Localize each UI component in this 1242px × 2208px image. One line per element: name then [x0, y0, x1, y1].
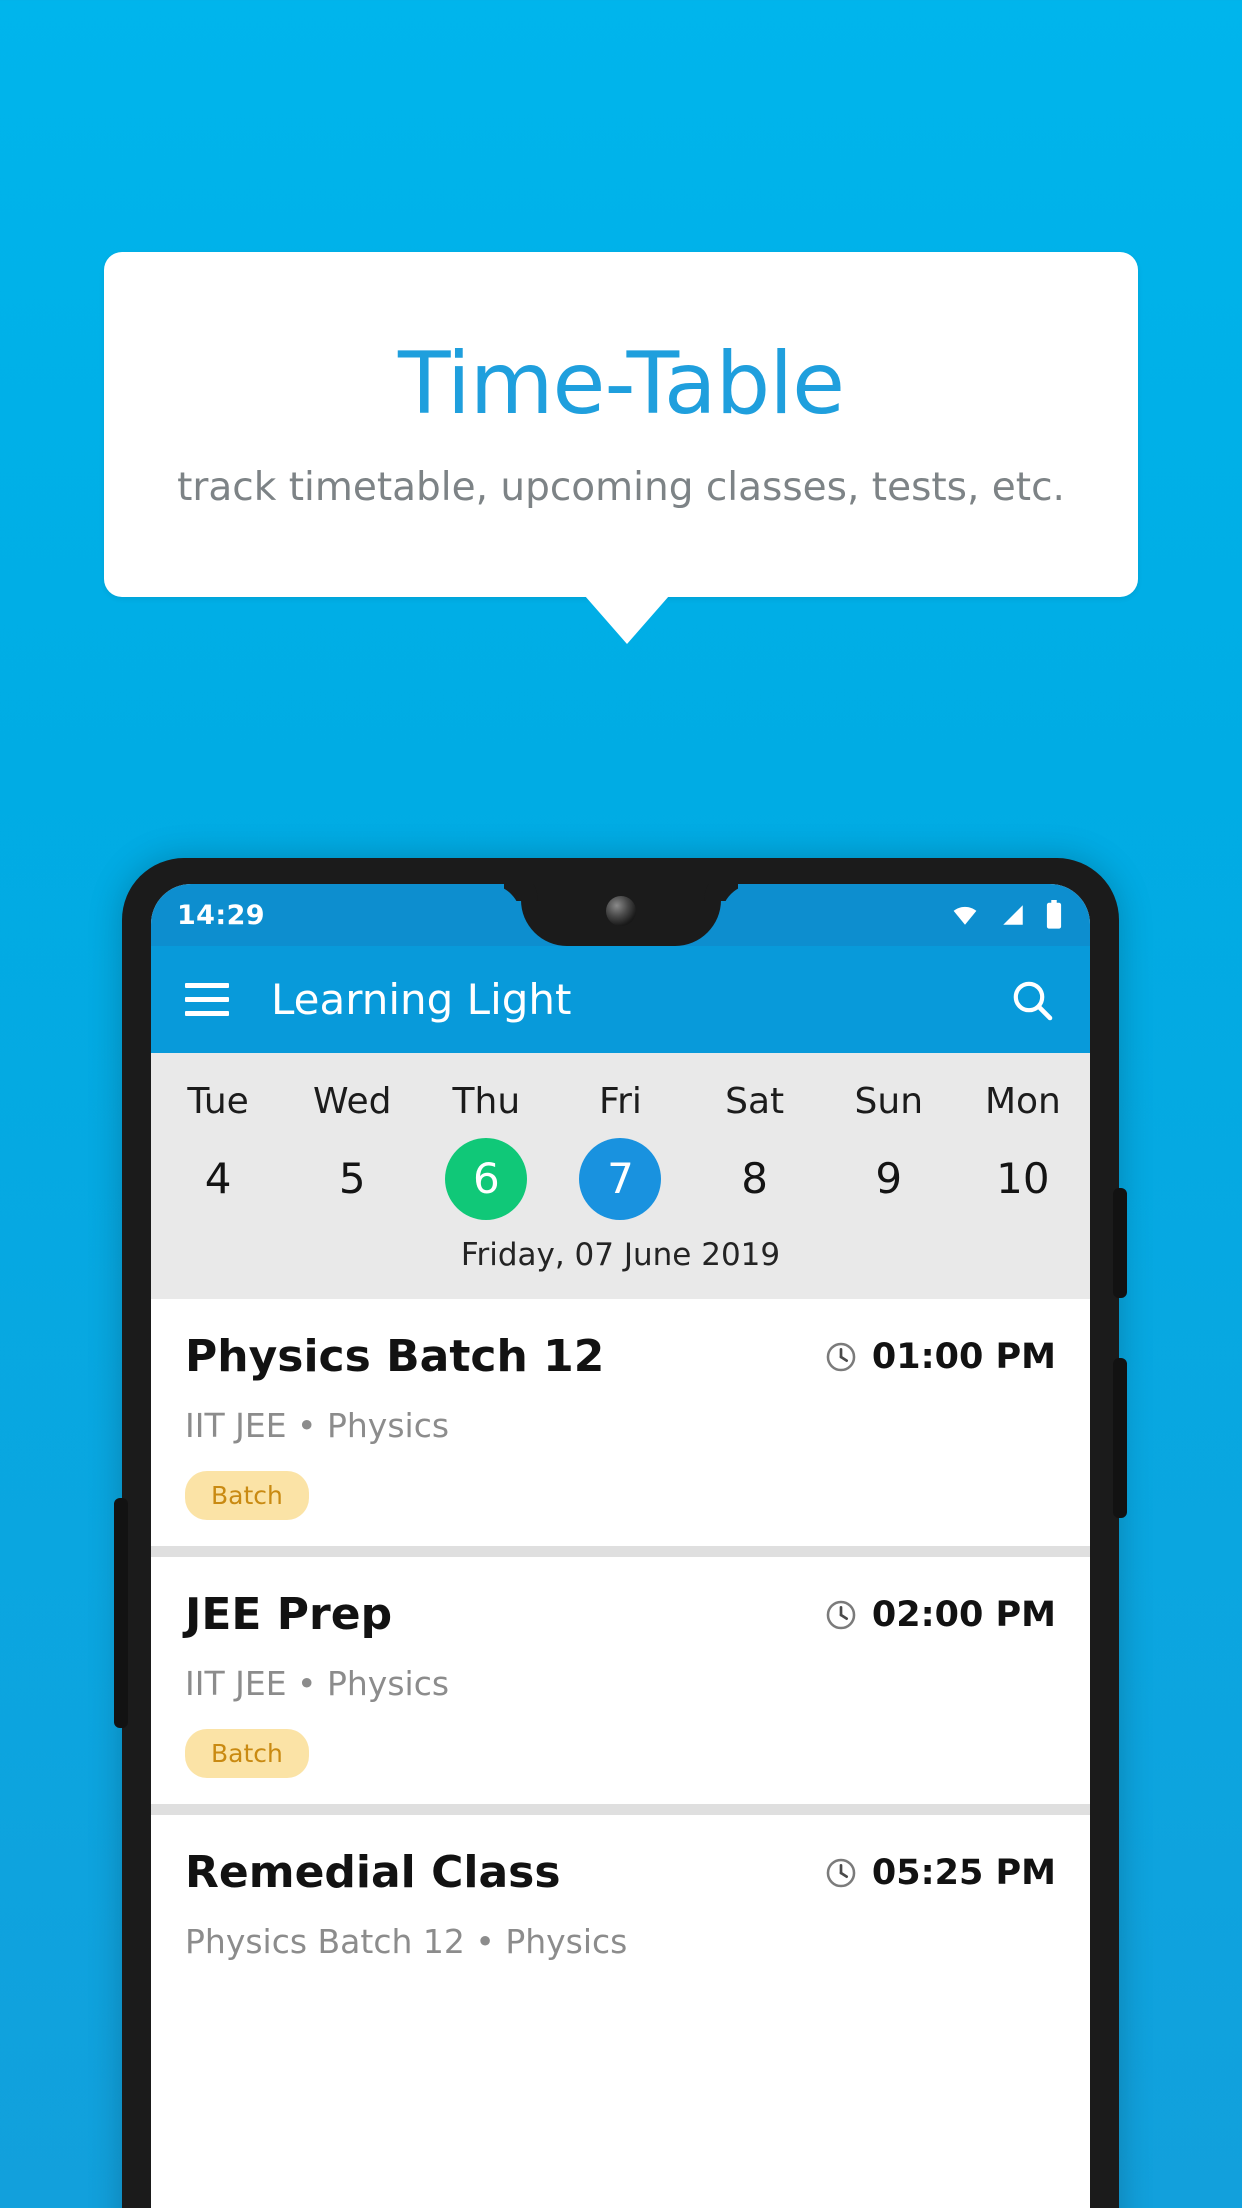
phone-screen: 14:29 Learning Light Tue Wed Thu Fri Sat…: [151, 884, 1090, 2208]
day-cell[interactable]: 4: [151, 1133, 285, 1225]
promo-subtitle: track timetable, upcoming classes, tests…: [177, 465, 1065, 511]
promo-title: Time-Table: [398, 333, 845, 434]
class-card-header: Physics Batch 12 01:00 PM: [185, 1331, 1056, 1382]
day-number[interactable]: 5: [311, 1138, 393, 1220]
hamburger-bar: [185, 983, 229, 988]
phone-mockup: 14:29 Learning Light Tue Wed Thu Fri Sat…: [114, 858, 1127, 2208]
search-icon[interactable]: [1008, 976, 1056, 1024]
class-time: 01:00 PM: [871, 1337, 1056, 1377]
class-time-group: 01:00 PM: [824, 1331, 1056, 1377]
class-title: Physics Batch 12: [185, 1331, 605, 1382]
day-cell[interactable]: 6: [419, 1133, 553, 1225]
class-subtitle: Physics Batch 12 • Physics: [185, 1922, 628, 1961]
hamburger-menu-icon[interactable]: [185, 983, 229, 1016]
class-time: 02:00 PM: [871, 1595, 1056, 1635]
class-badge: Batch: [185, 1729, 309, 1778]
status-icons: [948, 900, 1064, 930]
selected-full-date: Friday, 07 June 2019: [460, 1237, 781, 1273]
class-card-header: JEE Prep 02:00 PM: [185, 1589, 1056, 1640]
day-cell[interactable]: 10: [956, 1133, 1090, 1225]
class-time: 05:25 PM: [871, 1853, 1056, 1893]
day-name: Tue: [187, 1080, 249, 1122]
promo-card: Time-Table track timetable, upcoming cla…: [104, 252, 1138, 597]
day-number[interactable]: 10: [982, 1138, 1064, 1220]
class-time-group: 02:00 PM: [824, 1589, 1056, 1635]
clock-icon: [826, 1858, 856, 1888]
day-number[interactable]: 9: [848, 1138, 930, 1220]
class-title: Remedial Class: [185, 1847, 561, 1898]
day-cell[interactable]: 8: [688, 1133, 822, 1225]
day-numbers-row: 4 5 6 7 8 9 10: [151, 1133, 1090, 1225]
clock-icon: [826, 1600, 856, 1630]
date-strip: Tue Wed Thu Fri Sat Sun Mon 4 5 6 7 8 9 10 Friday, 0…: [151, 1053, 1090, 1299]
day-number[interactable]: 7: [579, 1138, 662, 1220]
status-time: 14:29: [177, 899, 265, 931]
class-list: Physics Batch 12 01:00 PM IIT JEE • Physic…: [151, 1299, 1090, 1987]
day-name: Sun: [854, 1080, 924, 1122]
battery-icon: [1046, 900, 1062, 929]
day-name: Mon: [984, 1080, 1061, 1122]
app-title: Learning Light: [271, 975, 572, 1024]
hamburger-bar: [185, 997, 229, 1002]
class-title: JEE Prep: [185, 1589, 393, 1640]
class-subtitle: IIT JEE • Physics: [185, 1406, 450, 1445]
app-bar: Learning Light: [151, 946, 1090, 1053]
class-card[interactable]: JEE Prep 02:00 PM IIT JEE • Physics Batch: [151, 1557, 1090, 1804]
day-number[interactable]: 4: [177, 1138, 259, 1220]
day-cell[interactable]: 9: [822, 1133, 956, 1225]
front-camera-icon: [605, 896, 636, 926]
class-badge: Batch: [185, 1471, 309, 1520]
class-card[interactable]: Physics Batch 12 01:00 PM IIT JEE • Physic…: [151, 1299, 1090, 1546]
side-button-left[interactable]: [114, 1498, 128, 1728]
day-name: Sat: [725, 1080, 785, 1122]
volume-button[interactable]: [1113, 1358, 1127, 1518]
day-cell[interactable]: 7: [553, 1133, 687, 1225]
day-names-row: Tue Wed Thu Fri Sat Sun Mon: [151, 1069, 1090, 1133]
day-name: Wed: [312, 1080, 392, 1122]
promo-bubble-tail: [585, 596, 669, 644]
day-name: Thu: [452, 1080, 521, 1122]
signal-icon: [1003, 905, 1023, 925]
class-card[interactable]: Remedial Class 05:25 PM Physics Batch 12 •…: [151, 1815, 1090, 1987]
day-cell[interactable]: 5: [285, 1133, 419, 1225]
class-card-header: Remedial Class 05:25 PM: [185, 1847, 1056, 1898]
power-button[interactable]: [1113, 1188, 1127, 1298]
day-name: Fri: [599, 1080, 642, 1122]
class-time-group: 05:25 PM: [824, 1847, 1056, 1893]
day-number[interactable]: 8: [714, 1138, 796, 1220]
class-subtitle: IIT JEE • Physics: [185, 1664, 450, 1703]
day-number[interactable]: 6: [445, 1138, 528, 1220]
clock-icon: [826, 1342, 856, 1372]
wifi-icon: [953, 906, 977, 925]
hamburger-bar: [185, 1011, 229, 1016]
